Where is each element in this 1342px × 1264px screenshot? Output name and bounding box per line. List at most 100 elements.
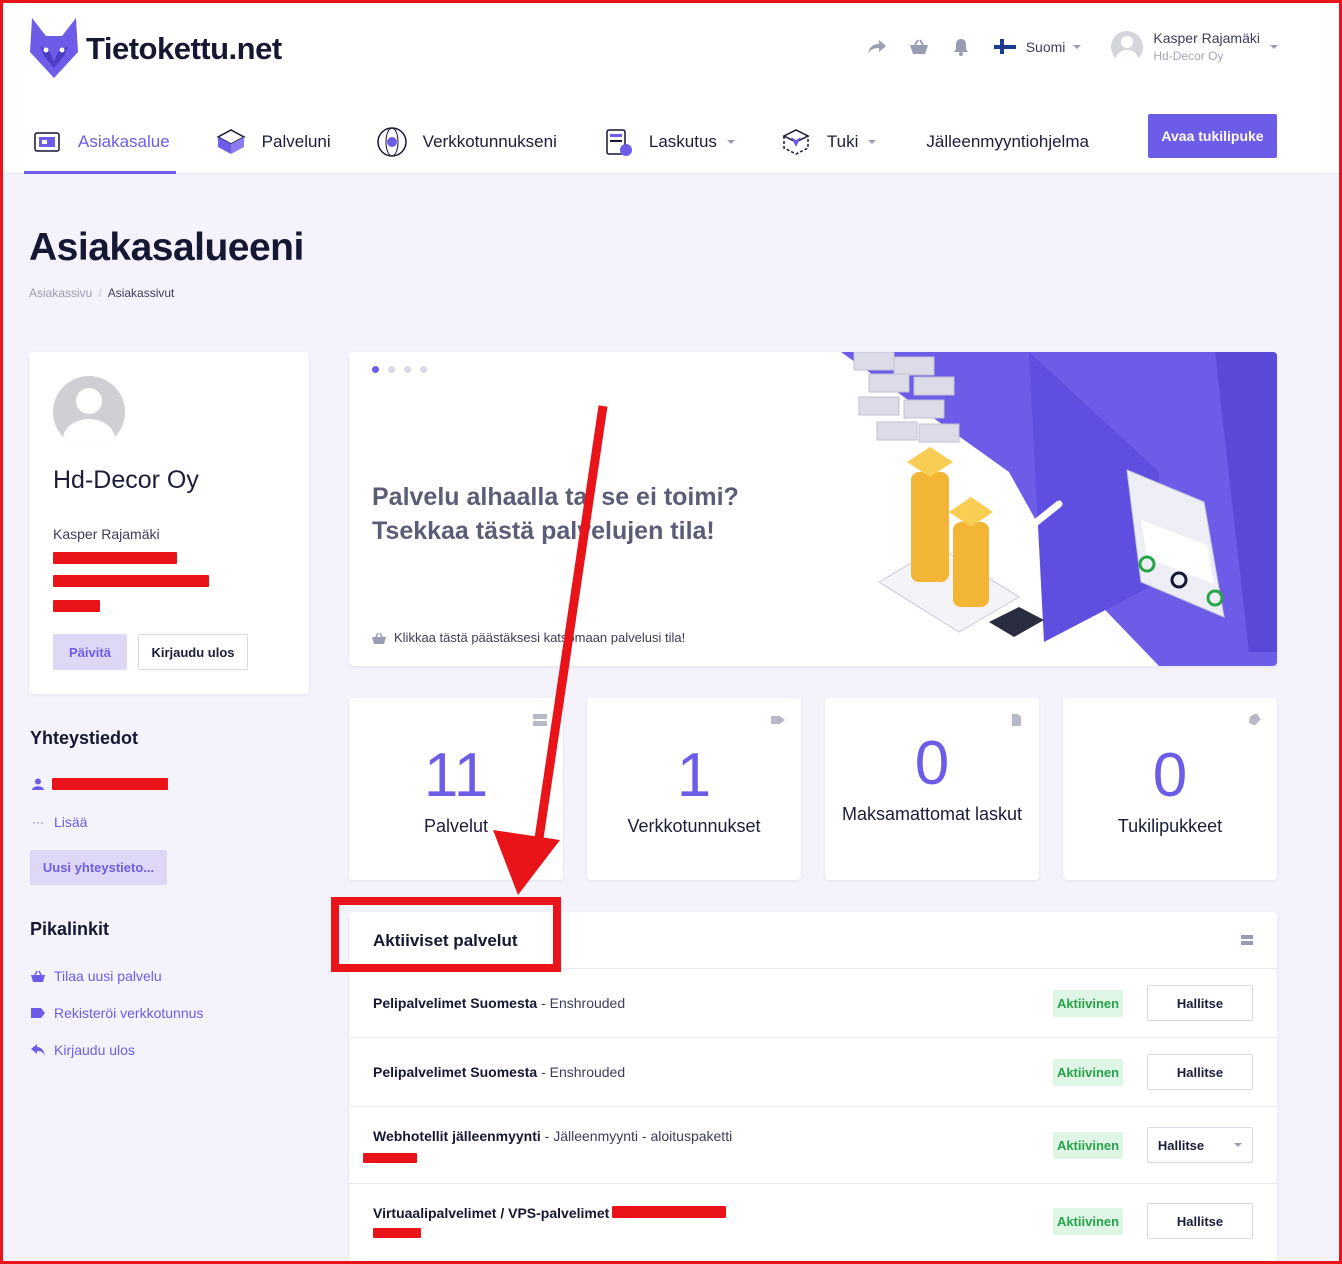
globe-icon bbox=[376, 127, 407, 157]
carousel-dot[interactable] bbox=[372, 366, 379, 373]
manage-button[interactable]: Hallitse bbox=[1147, 1054, 1253, 1090]
status-badge: Aktiivinen bbox=[1053, 1208, 1123, 1235]
nav-label: Verkkotunnukseni bbox=[422, 132, 557, 151]
quicklink-label: Rekisteröi verkkotunnus bbox=[54, 1005, 204, 1021]
language-selector[interactable]: Suomi bbox=[993, 39, 1082, 55]
basket-icon[interactable] bbox=[908, 36, 930, 58]
redaction-mark bbox=[53, 552, 177, 564]
stat-services[interactable]: 11 Palvelut bbox=[349, 698, 563, 880]
chevron-down-icon bbox=[1270, 44, 1278, 49]
service-product: Virtuaalipalvelimet / VPS-palvelimet bbox=[373, 1205, 610, 1221]
service-detail: - Jälleenmyynti - aloituspaketti bbox=[540, 1128, 733, 1144]
finland-flag-icon bbox=[993, 39, 1016, 54]
active-services-panel: Aktiiviset palvelut Pelipalvelimet Suome… bbox=[349, 912, 1277, 1264]
breadcrumb-link[interactable]: Asiakassivu bbox=[29, 286, 92, 300]
open-ticket-button[interactable]: Avaa tukilipuke bbox=[1148, 114, 1277, 158]
box-icon bbox=[216, 129, 246, 154]
logout-button[interactable]: Kirjaudu ulos bbox=[138, 634, 248, 670]
quicklink-label: Kirjaudu ulos bbox=[54, 1042, 135, 1058]
profile-name: Kasper Rajamäki bbox=[53, 526, 160, 542]
manage-dropdown-button[interactable]: Hallitse bbox=[1147, 1127, 1253, 1163]
stat-label: Tukilipukkeet bbox=[1117, 816, 1223, 836]
nav-item-verkkotunnukseni[interactable]: Verkkotunnukseni bbox=[375, 110, 557, 174]
manage-button[interactable]: Hallitse bbox=[1147, 1203, 1253, 1239]
table-row[interactable]: Virtuaalipalvelimet / VPS-palvelimet - A… bbox=[349, 1184, 1277, 1264]
chevron-down-icon bbox=[868, 140, 877, 144]
banner-link-label: Klikkaa tästä päästäksesi katsomaan palv… bbox=[394, 630, 686, 645]
stat-value: 0 bbox=[914, 729, 950, 798]
nav-label: Laskutus bbox=[648, 132, 717, 151]
banner-link[interactable]: Klikkaa tästä päästäksesi katsomaan palv… bbox=[372, 630, 685, 645]
stat-domains[interactable]: 1 Verkkotunnukset bbox=[587, 698, 801, 880]
manage-button[interactable]: Hallitse bbox=[1147, 985, 1253, 1021]
nav-item-jalleenmyyntiohjelma[interactable]: Jälleenmyyntiohjelma bbox=[926, 110, 1089, 174]
main-nav: Asiakasalue Palveluni Verkkotunnukseni L… bbox=[24, 110, 1133, 174]
status-badge: Aktiivinen bbox=[1053, 1059, 1123, 1086]
ellipsis-icon: ··· bbox=[32, 815, 44, 829]
chevron-down-icon bbox=[1234, 1143, 1243, 1147]
ticket-icon bbox=[1248, 714, 1261, 726]
nav-label: Palveluni bbox=[261, 132, 331, 151]
service-name: Pelipalvelimet Suomesta - Enshrouded bbox=[373, 1064, 625, 1080]
user-icon bbox=[30, 777, 46, 791]
nav-item-laskutus[interactable]: Laskutus bbox=[601, 110, 735, 174]
contact-item[interactable] bbox=[30, 777, 54, 791]
logo[interactable]: Tietokettu.net bbox=[28, 16, 282, 82]
breadcrumb-current: Asiakassivut bbox=[107, 286, 175, 300]
page-title: Asiakasalueeni bbox=[29, 226, 304, 269]
redaction-mark bbox=[52, 778, 168, 790]
user-company: Hd-Decor Oy bbox=[1153, 49, 1224, 63]
support-icon bbox=[782, 129, 810, 155]
tag-icon bbox=[30, 1006, 46, 1020]
nav-label: Jälleenmyyntiohjelma bbox=[926, 132, 1089, 151]
table-row[interactable]: Webhotellit jälleenmyynti - Jälleenmyynt… bbox=[349, 1107, 1277, 1184]
carousel-dot[interactable] bbox=[388, 366, 395, 373]
nav-label: Asiakasalue bbox=[78, 132, 170, 151]
top-bar: Tietokettu.net Suomi Kasper Rajamäki Hd-… bbox=[0, 0, 1342, 174]
basket-icon bbox=[30, 969, 46, 983]
tag-icon bbox=[771, 716, 785, 724]
basket-icon bbox=[372, 632, 386, 644]
brand-name: Tietokettu.net bbox=[86, 31, 282, 66]
table-row[interactable]: Pelipalvelimet Suomesta - Enshrouded Akt… bbox=[349, 969, 1277, 1038]
service-product: Pelipalvelimet Suomesta bbox=[373, 1064, 538, 1080]
stat-unpaid-invoices[interactable]: 0 Maksamattomat laskut bbox=[825, 698, 1039, 880]
quicklink-register-domain[interactable]: Rekisteröi verkkotunnus bbox=[30, 1005, 203, 1021]
nav-item-palveluni[interactable]: Palveluni bbox=[214, 110, 331, 174]
user-menu[interactable]: Kasper Rajamäki Hd-Decor Oy bbox=[1111, 30, 1278, 63]
redaction-mark bbox=[53, 600, 100, 612]
contacts-more-label: Lisää bbox=[54, 814, 88, 830]
share-icon[interactable] bbox=[866, 36, 888, 58]
nav-item-tuki[interactable]: Tuki bbox=[779, 110, 877, 174]
chevron-down-icon bbox=[726, 140, 735, 144]
quicklink-label: Tilaa uusi palvelu bbox=[54, 968, 162, 984]
service-product: Pelipalvelimet Suomesta bbox=[373, 995, 538, 1011]
contacts-more-link[interactable]: ··· Lisää bbox=[30, 814, 87, 830]
new-contact-button[interactable]: Uusi yhteystieto... bbox=[30, 850, 167, 885]
status-badge: Aktiivinen bbox=[1053, 1132, 1123, 1159]
service-product: Webhotellit jälleenmyynti bbox=[373, 1128, 541, 1144]
reply-icon bbox=[30, 1043, 46, 1057]
redaction-mark bbox=[53, 575, 209, 587]
quicklink-logout[interactable]: Kirjaudu ulos bbox=[30, 1042, 135, 1058]
quicklink-order-service[interactable]: Tilaa uusi palvelu bbox=[30, 968, 162, 984]
bell-icon[interactable] bbox=[950, 36, 972, 58]
carousel-dot[interactable] bbox=[420, 366, 427, 373]
update-button[interactable]: Päivitä bbox=[53, 634, 127, 670]
service-detail: - Enshrouded bbox=[537, 995, 626, 1011]
service-detail: - Enshrouded bbox=[537, 1064, 626, 1080]
server-illustration-icon bbox=[841, 352, 1277, 666]
file-icon bbox=[1012, 714, 1021, 726]
server-icon[interactable] bbox=[1241, 935, 1253, 945]
manage-label: Hallitse bbox=[1157, 1137, 1205, 1153]
status-banner[interactable]: Palvelu alhaalla tai se ei toimi? Tsekka… bbox=[349, 352, 1277, 666]
profile-card: Hd-Decor Oy Kasper Rajamäki Päivitä Kirj… bbox=[29, 352, 309, 694]
carousel-dot[interactable] bbox=[404, 366, 411, 373]
table-row[interactable]: Pelipalvelimet Suomesta - Enshrouded Akt… bbox=[349, 1038, 1277, 1107]
nav-item-asiakasalue[interactable]: Asiakasalue bbox=[24, 110, 176, 174]
stat-tickets[interactable]: 0 Tukilipukkeet bbox=[1063, 698, 1277, 880]
quicklinks-heading: Pikalinkit bbox=[30, 919, 110, 939]
banner-title: Palvelu alhaalla tai se ei toimi? Tsekka… bbox=[372, 483, 739, 545]
fox-logo-icon bbox=[30, 18, 78, 78]
stat-value: 11 bbox=[423, 741, 489, 810]
